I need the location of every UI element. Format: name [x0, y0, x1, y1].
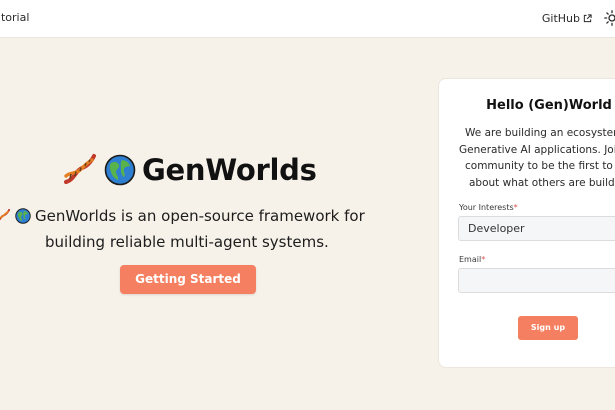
hero-title-text: GenWorlds: [142, 153, 317, 187]
email-field[interactable]: [458, 268, 615, 293]
dna-icon: [0, 208, 11, 225]
hero-desc-line1: GenWorlds is an open-source framework fo…: [35, 207, 365, 225]
card-text-line: We are building an ecosystem: [465, 127, 615, 139]
hero-description: GenWorlds is an open-source framework fo…: [0, 203, 394, 255]
globe-icon: [15, 208, 31, 224]
signup-card: Hello (Gen)World We are building an ecos…: [438, 78, 615, 368]
hero-desc-line2: building reliable multi-agent systems.: [45, 233, 329, 251]
sign-up-button[interactable]: Sign up: [518, 316, 578, 340]
required-mark: *: [481, 255, 486, 264]
external-link-icon: [583, 13, 592, 23]
card-text-line: about what others are buildin: [469, 176, 615, 189]
card-text-line: community to be the first to lea: [465, 160, 615, 172]
sun-icon[interactable]: [604, 10, 615, 26]
email-label: Email*: [459, 255, 485, 264]
github-link[interactable]: GitHub: [542, 12, 592, 25]
dna-icon: [62, 152, 98, 188]
interests-select[interactable]: Developer: [458, 216, 615, 241]
card-title: Hello (Gen)World: [486, 98, 612, 113]
nav-tutorial-link[interactable]: utorial: [0, 11, 29, 24]
interests-label: Your Interests*: [459, 203, 518, 212]
nav-right-group: GitHub: [542, 9, 615, 27]
github-label: GitHub: [541, 11, 580, 25]
interests-label-text: Your Interests: [459, 203, 514, 212]
email-label-text: Email: [459, 255, 482, 264]
card-text-line: Generative AI applications. Join: [459, 143, 615, 156]
card-description: We are building an ecosystem Generative …: [459, 125, 615, 191]
getting-started-button[interactable]: Getting Started: [120, 265, 256, 294]
required-mark: *: [513, 203, 518, 212]
hero-title: GenWorlds: [62, 152, 317, 188]
globe-icon: [104, 154, 136, 186]
top-navbar: utorial GitHub: [0, 0, 615, 38]
